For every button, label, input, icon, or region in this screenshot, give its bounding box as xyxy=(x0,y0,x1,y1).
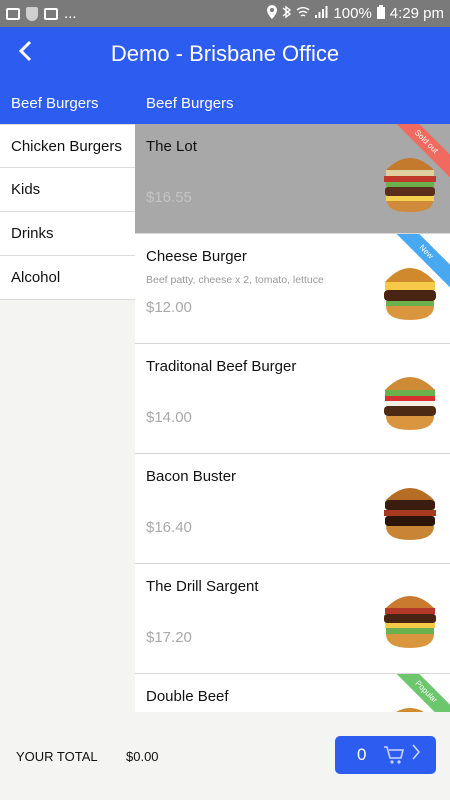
item-name: Cheese Burger xyxy=(146,248,247,265)
shield-notification-icon xyxy=(26,6,38,21)
total-label: YOUR TOTAL xyxy=(16,749,98,764)
menu-item[interactable]: The Lot $16.55 Sold out xyxy=(135,124,450,234)
item-price: $14.00 xyxy=(146,409,192,426)
sidebar-item-chicken-burgers[interactable]: Chicken Burgers xyxy=(0,124,135,168)
item-price: $12.00 xyxy=(146,299,192,316)
cart-count: 0 xyxy=(357,745,367,764)
clock: 4:29 pm xyxy=(389,5,444,22)
location-icon xyxy=(267,4,278,23)
menu-item[interactable]: Bacon Buster $16.40 xyxy=(135,454,450,564)
sidebar-item-kids[interactable]: Kids xyxy=(0,168,135,212)
battery-icon xyxy=(376,4,385,23)
item-name: The Drill Sargent xyxy=(146,578,259,595)
item-name: Double Beef xyxy=(146,688,229,705)
battery-level: 100% xyxy=(333,5,372,22)
menu-item[interactable]: Traditonal Beef Burger $14.00 xyxy=(135,344,450,454)
burger-image xyxy=(384,596,436,648)
burger-image xyxy=(384,377,436,430)
app-bar: Demo - Brisbane Office xyxy=(0,27,450,81)
cart-icon xyxy=(383,744,405,766)
active-category-tab[interactable]: Beef Burgers xyxy=(11,95,99,112)
section-title: Beef Burgers xyxy=(146,95,234,112)
item-price: $16.40 xyxy=(146,519,192,536)
more-notifications: ... xyxy=(64,5,77,22)
category-header: Beef Burgers Beef Burgers xyxy=(0,81,450,124)
status-bar: ... 100% 4:29 pm xyxy=(0,0,450,27)
total-value: $0.00 xyxy=(126,749,159,764)
signal-icon xyxy=(315,5,328,22)
menu-item[interactable]: Double Beef Popular xyxy=(135,674,450,712)
image-notification-icon xyxy=(6,7,20,20)
category-sidebar: Chicken Burgers Kids Drinks Alcohol xyxy=(0,124,135,300)
cart-button[interactable]: 0 xyxy=(335,736,436,774)
item-name: Bacon Buster xyxy=(146,468,237,485)
item-name: Traditonal Beef Burger xyxy=(146,358,297,375)
item-description: Beef patty, cheese x 2, tomato, lettuce xyxy=(146,274,324,286)
item-price: $16.55 xyxy=(146,189,192,206)
item-price: $17.20 xyxy=(146,629,192,646)
item-name: The Lot xyxy=(146,138,197,155)
menu-item[interactable]: The Drill Sargent $17.20 xyxy=(135,564,450,674)
menu-list[interactable]: The Lot $16.55 Sold out Cheese Burger Be… xyxy=(135,124,450,712)
page-title: Demo - Brisbane Office xyxy=(110,41,340,66)
wifi-icon xyxy=(296,5,310,22)
footer-bar: YOUR TOTAL $0.00 0 xyxy=(0,712,450,800)
sidebar-item-drinks[interactable]: Drinks xyxy=(0,212,135,256)
burger-image xyxy=(384,488,436,540)
bluetooth-icon xyxy=(282,5,292,23)
sidebar-item-alcohol[interactable]: Alcohol xyxy=(0,256,135,300)
chevron-right-icon xyxy=(411,741,421,769)
mail-notification-icon xyxy=(44,7,58,20)
menu-item[interactable]: Cheese Burger Beef patty, cheese x 2, to… xyxy=(135,234,450,344)
